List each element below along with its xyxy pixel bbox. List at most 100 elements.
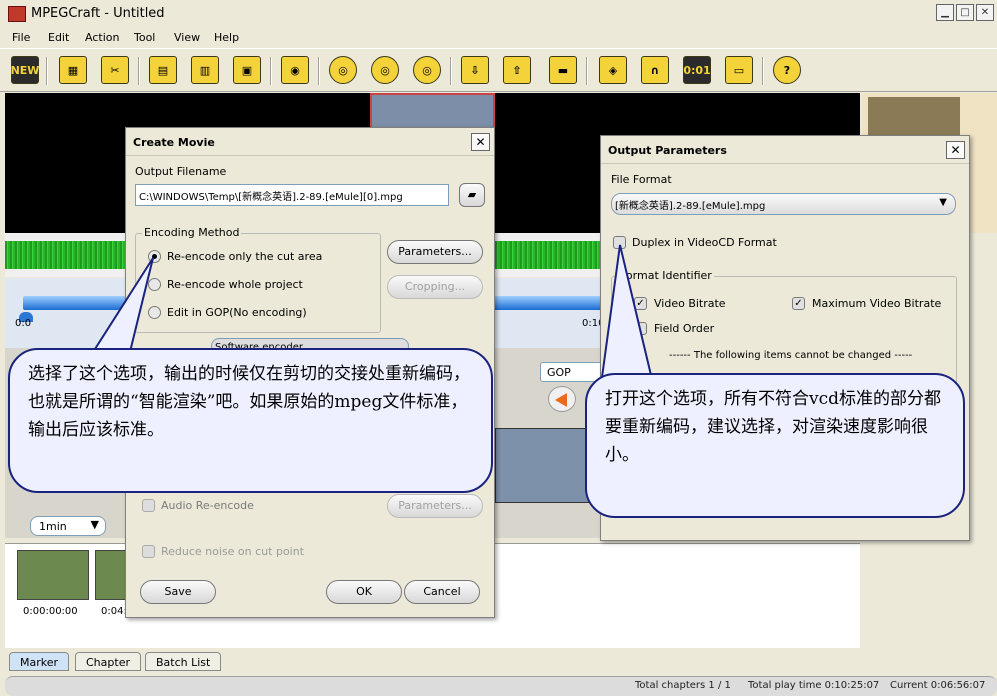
field-order-checkbox[interactable] [634,322,647,335]
field-order-label: Field Order [654,322,715,335]
menu-bar: File Edit Action Tool View Help [0,28,997,48]
encoding-method-label: Encoding Method [142,226,242,239]
file-format-label: File Format [611,173,672,186]
document-icon: ▤ [149,56,177,84]
open-project-button[interactable]: ▤ [146,53,180,87]
reduce-noise-checkbox[interactable] [142,545,155,558]
status-chapters: Total chapters 1 / 1 [635,680,731,691]
minimize-icon[interactable]: ▁ [936,4,954,21]
save-button[interactable]: Save [140,580,216,604]
file-format-select[interactable]: [新概念英语].2-89.[eMule].mpg ▼ [611,193,956,215]
encoding-method-group: Encoding Method Re-encode only the cut a… [135,226,381,333]
max-video-bitrate-label: Maximum Video Bitrate [812,297,942,310]
close-icon[interactable]: ✕ [946,141,965,159]
maximize-icon[interactable]: □ [956,4,974,21]
reencode-whole-label: Re-encode whole project [167,278,303,291]
radio-edit-gop[interactable] [148,306,161,319]
tab-marker[interactable]: Marker [9,652,70,671]
chevron-down-icon: ▼ [90,518,99,531]
new-project-button[interactable]: NEW [8,53,42,87]
status-playtime: Total play time 0:10:25:07 [748,680,880,691]
zoom-select[interactable]: 1min ▼ [30,516,106,536]
menu-help[interactable]: Help [214,31,239,44]
reencode-cut-label: Re-encode only the cut area [167,250,323,263]
menu-tool[interactable]: Tool [134,31,155,44]
duplex-vcd-label: Duplex in VideoCD Format [632,236,777,249]
app-icon [8,6,26,22]
preview-button[interactable]: ◈ [596,53,630,87]
disc-button[interactable]: ◎ [326,53,360,87]
radio-reencode-whole[interactable] [148,278,161,291]
filmstrip-icon: ▬ [549,56,577,84]
tab-chapter[interactable]: Chapter [75,652,141,671]
toolbar: NEW ▦ ✂ ▤ ▥ ▣ ◉ ◎ ◎ ◎ ⇩ ⇧ ▬ ◈ ∩ 0:01 ▭ ? [0,48,997,92]
thumbnail-1[interactable] [17,550,89,600]
burn-icon: ◎ [413,56,441,84]
cropping-button[interactable]: Cropping... [387,275,483,299]
menu-edit[interactable]: Edit [48,31,69,44]
left-annotation: 选择了这个选项，输出的时候仅在剪切的交接处重新编码，也就是所谓的“智能渲染”吧。… [8,348,493,493]
audio-reencode-checkbox[interactable] [142,499,155,512]
video-bitrate-checkbox[interactable]: ✓ [634,297,647,310]
audio-reencode-label: Audio Re-encode [161,499,254,512]
status-current: Current 0:06:56:07 [890,680,986,691]
audio-parameters-button[interactable]: Parameters... [387,494,483,518]
output-filename-field[interactable]: C:\WINDOWS\Temp\[新概念英语].2-89.[eMule][0].… [135,184,449,206]
film-frame-icon: ▭ [725,56,753,84]
dialog-title: Create Movie [126,128,494,156]
headphones-icon: ∩ [641,56,669,84]
chevron-down-icon: ▼ [939,197,947,208]
format-identifier-label: Format Identifier [618,269,714,282]
close-icon[interactable]: ✕ [471,133,490,151]
thumbnail-time: 0:00:00:00 [23,606,78,617]
tab-batch-list[interactable]: Batch List [145,652,222,671]
burn-disc-button[interactable]: ◎ [410,53,444,87]
parameters-button[interactable]: Parameters... [387,240,483,264]
radio-reencode-cut[interactable] [148,250,161,263]
disc-menu-icon: ◎ [371,56,399,84]
save-as-button[interactable]: ▣ [230,53,264,87]
max-video-bitrate-checkbox[interactable]: ✓ [792,297,805,310]
browse-folder-icon[interactable]: ▰ [459,183,485,207]
window-title: MPEGCraft - Untitled [31,6,165,21]
folder-icon: ▥ [191,56,219,84]
export-button[interactable]: ⇧ [500,53,534,87]
disc-menu-button[interactable]: ◎ [368,53,402,87]
title-bar: MPEGCraft - Untitled ▁ □ ✕ [0,0,997,28]
dialog-title: Output Parameters [601,136,969,164]
audio-button[interactable]: ∩ [638,53,672,87]
video-bitrate-label: Video Bitrate [654,297,726,310]
menu-action[interactable]: Action [85,31,119,44]
close-icon[interactable]: ✕ [976,4,994,21]
timecode-icon: 0:01 [683,56,711,84]
timecode-button[interactable]: 0:01 [680,53,714,87]
timeline-start-label: 0:0 [15,318,32,329]
ok-button[interactable]: OK [326,580,402,604]
gop-select[interactable]: GOP [540,362,602,382]
output-filename-label: Output Filename [135,165,227,178]
camera-icon: ◉ [281,56,309,84]
cancel-button[interactable]: Cancel [404,580,480,604]
help-button[interactable]: ? [770,53,804,87]
arrow-up-icon: ⇧ [503,56,531,84]
edit-gop-label: Edit in GOP(No encoding) [167,306,307,319]
film-eye-icon: ◈ [599,56,627,84]
scene-detect-button[interactable]: ▭ [722,53,756,87]
import-button[interactable]: ⇩ [458,53,492,87]
menu-view[interactable]: View [174,31,200,44]
bottom-tabs: Marker Chapter Batch List [5,652,997,672]
cannot-change-label: ------ The following items cannot be cha… [669,350,913,361]
menu-file[interactable]: File [12,31,30,44]
duplex-vcd-checkbox[interactable] [613,236,626,249]
cut-video-button[interactable]: ✂ [98,53,132,87]
film-icon: ▦ [59,56,87,84]
help-icon: ? [773,56,801,84]
capture-button[interactable]: ◉ [278,53,312,87]
arrow-down-icon: ⇩ [461,56,489,84]
save-project-button[interactable]: ▥ [188,53,222,87]
right-annotation: 打开这个选项，所有不符合vcd标准的部分都要重新编码，建议选择，对渲染速度影响很… [585,373,965,518]
new-icon: NEW [11,56,39,84]
create-movie-button[interactable]: ▬ [546,53,580,87]
play-back-icon[interactable] [548,386,576,412]
open-video-button[interactable]: ▦ [56,53,90,87]
